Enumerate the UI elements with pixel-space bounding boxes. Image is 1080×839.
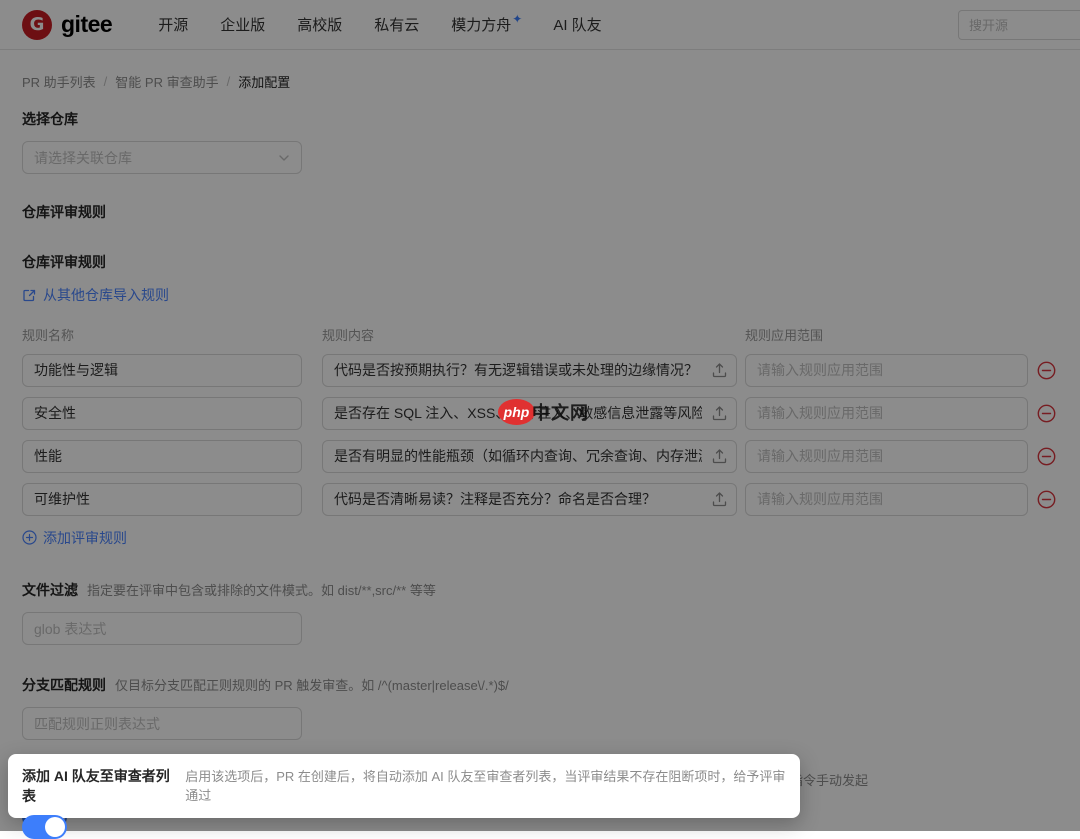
add-ai-reviewer-desc: 启用该选项后，PR 在创建后，将自动添加 AI 队友至审查者列表，当评审结果不存… <box>185 766 786 804</box>
add-ai-reviewer-toggle[interactable] <box>22 815 67 839</box>
php-cn-watermark: php 中文网 <box>498 399 589 425</box>
php-watermark-text: 中文网 <box>532 399 589 425</box>
toggle-knob <box>45 817 65 837</box>
php-watermark-badge-icon: php <box>498 399 535 425</box>
add-ai-reviewer-label: 添加 AI 队友至审查者列表 <box>22 766 177 806</box>
add-ai-reviewer-section: 添加 AI 队友至审查者列表 启用该选项后，PR 在创建后，将自动添加 AI 队… <box>8 754 800 818</box>
